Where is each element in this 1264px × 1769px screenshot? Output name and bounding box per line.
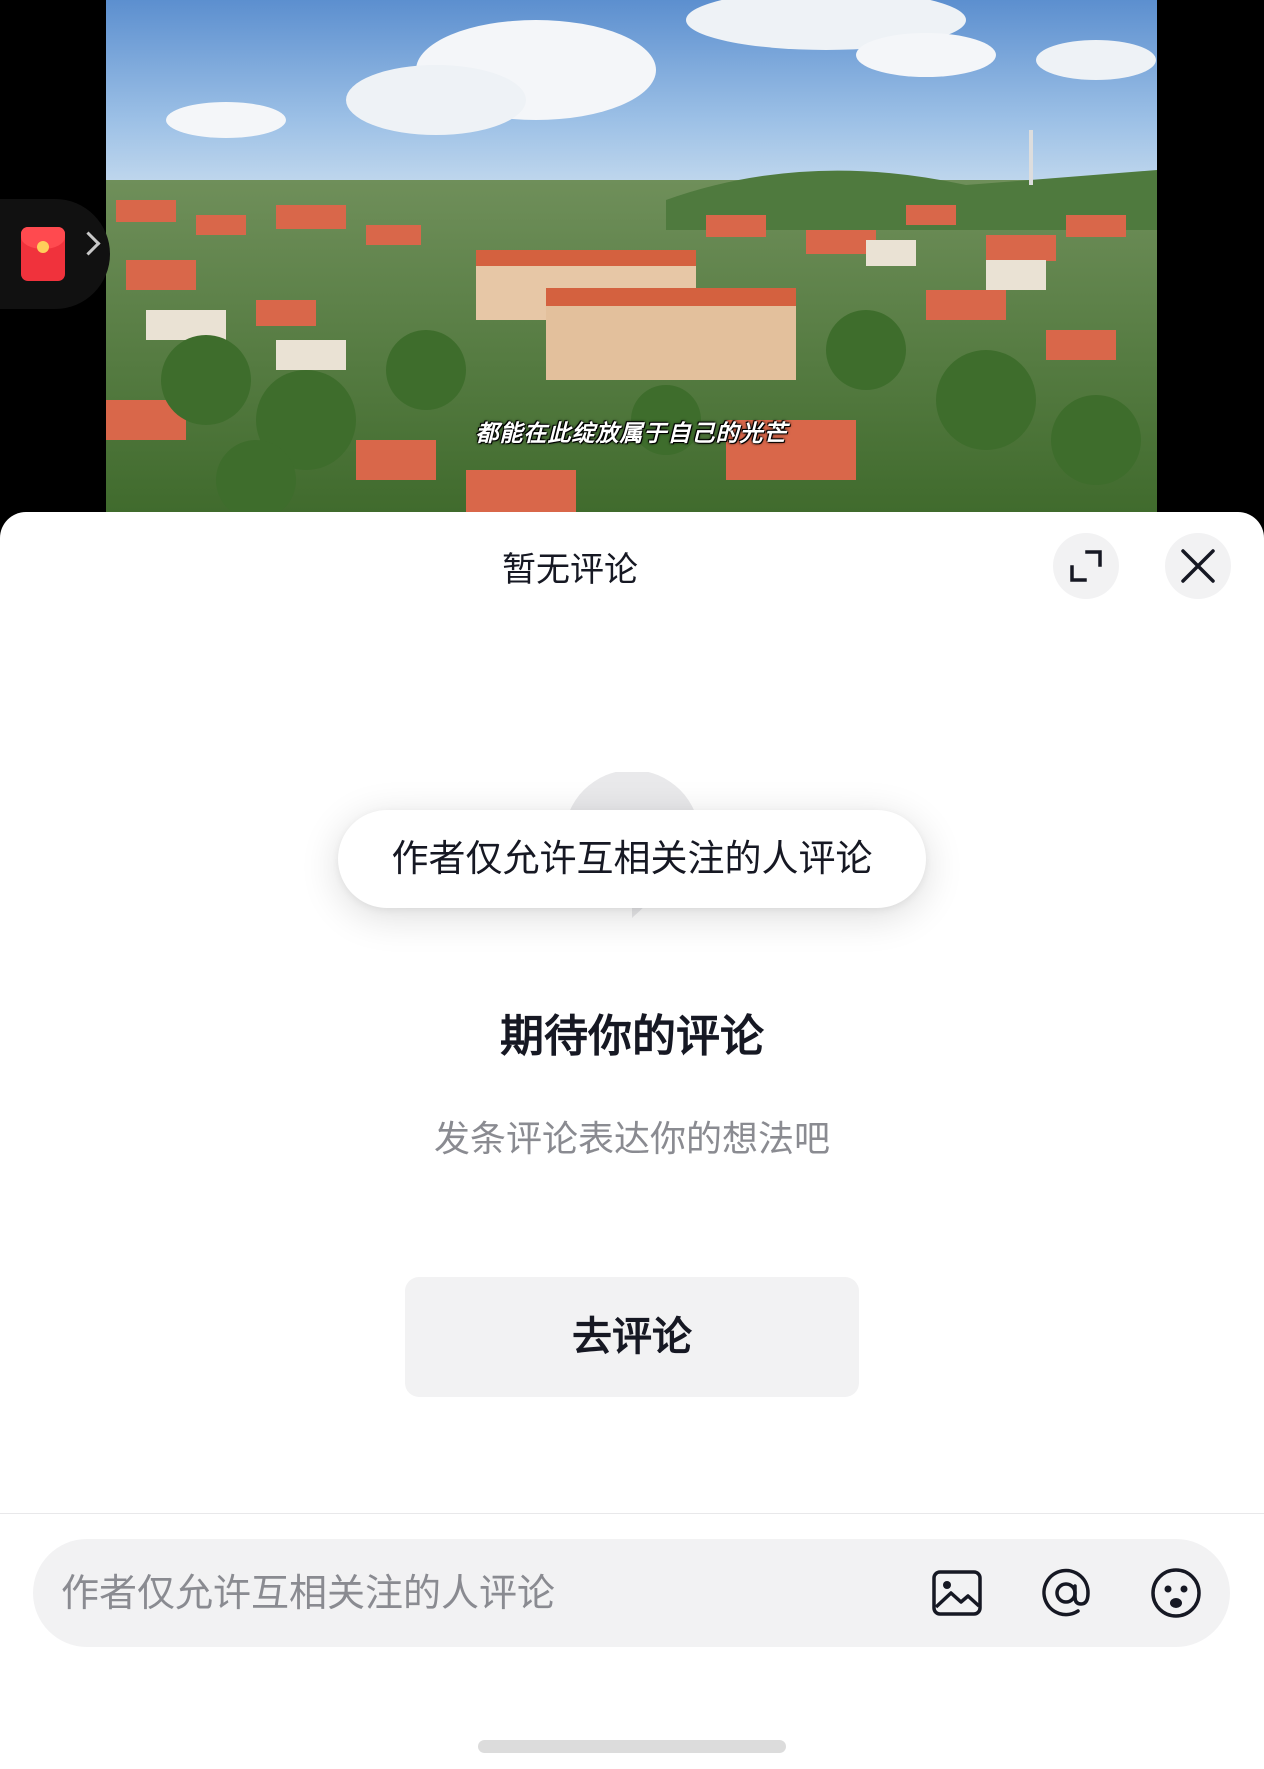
- sheet-title: 暂无评论: [502, 550, 638, 590]
- divider: [0, 1513, 1264, 1514]
- empty-state-title: 期待你的评论: [500, 1011, 764, 1062]
- expand-button[interactable]: [1053, 533, 1119, 599]
- video-subtitle: 都能在此绽放属于自己的光芒: [475, 421, 788, 447]
- comment-input-bar[interactable]: 作者仅允许互相关注的人评论: [33, 1539, 1230, 1647]
- home-indicator: [478, 1740, 786, 1753]
- emoji-icon[interactable]: [1148, 1565, 1204, 1621]
- comment-input-placeholder[interactable]: 作者仅允许互相关注的人评论: [61, 1539, 555, 1647]
- comment-sheet: 暂无评论 作者仅允许互相关注的人评论 期待你的评论 发条评论表达你的想法吧 去评…: [0, 512, 1264, 1769]
- at-icon[interactable]: [1038, 1565, 1094, 1621]
- image-icon[interactable]: [929, 1565, 985, 1621]
- empty-state-subtitle: 发条评论表达你的想法吧: [433, 1119, 830, 1160]
- close-icon: [1181, 549, 1215, 583]
- go-comment-button[interactable]: 去评论: [405, 1277, 859, 1397]
- expand-icon: [1070, 550, 1102, 582]
- video-player[interactable]: 都能在此绽放属于自己的光芒: [106, 0, 1157, 520]
- close-button[interactable]: [1165, 533, 1231, 599]
- permission-toast: 作者仅允许互相关注的人评论: [338, 810, 926, 908]
- red-packet-icon[interactable]: [21, 227, 65, 281]
- screen: 都能在此绽放属于自己的光芒 暂无评论 作者仅允许互相关注的人评论 期待你的评论 …: [0, 0, 1264, 1769]
